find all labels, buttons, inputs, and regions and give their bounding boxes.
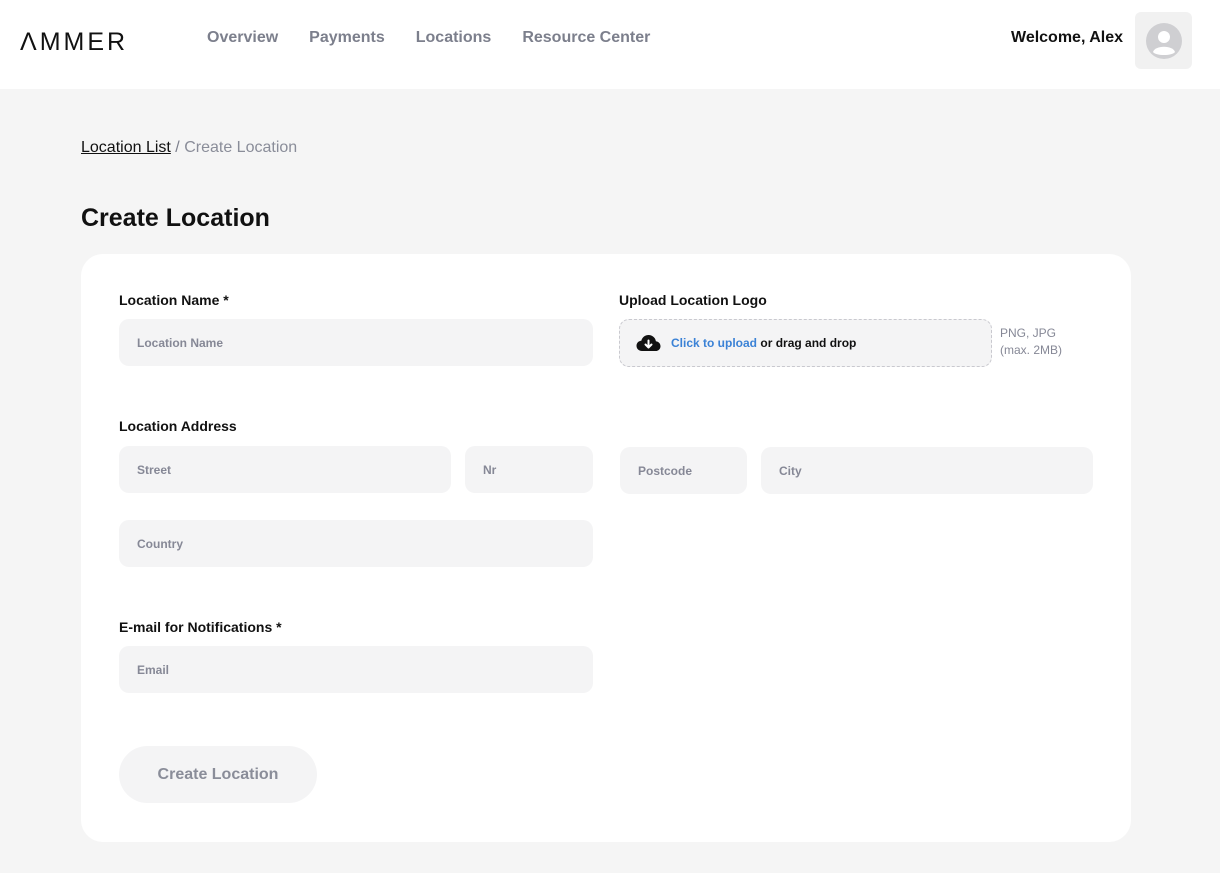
upload-logo-label: Upload Location Logo <box>619 292 767 308</box>
page-title: Create Location <box>81 204 270 232</box>
ammer-logo[interactable]: ΛMMER <box>20 28 128 57</box>
notification-email-input[interactable] <box>119 646 593 693</box>
avatar[interactable] <box>1135 12 1192 69</box>
create-location-form-card: Location Name * Upload Location Logo Cli… <box>81 254 1131 842</box>
welcome-text: Welcome, Alex <box>1011 29 1124 46</box>
nav-overview[interactable]: Overview <box>207 28 278 48</box>
notification-email-label: E-mail for Notifications * <box>119 619 282 635</box>
location-address-label: Location Address <box>119 418 237 434</box>
main-nav: Overview Payments Locations Resource Cen… <box>207 28 650 48</box>
location-name-input[interactable] <box>119 319 593 366</box>
breadcrumb-current: Create Location <box>184 139 298 156</box>
click-to-upload-link[interactable]: Click to upload <box>671 336 757 350</box>
nav-locations[interactable]: Locations <box>416 28 492 48</box>
breadcrumb: Location List / Create Location <box>81 138 297 158</box>
upload-hint-size: (max. 2MB) <box>1000 343 1063 357</box>
country-input[interactable] <box>119 520 593 567</box>
logo-upload-dropzone[interactable]: Click to upload or drag and drop <box>619 319 992 367</box>
breadcrumb-location-list[interactable]: Location List <box>81 139 171 156</box>
drag-and-drop-text: or drag and drop <box>760 336 857 350</box>
top-navigation-bar: ΛMMER Overview Payments Locations Resour… <box>0 0 1220 89</box>
street-input[interactable] <box>119 446 451 493</box>
upload-hint-formats: PNG, JPG <box>1000 326 1057 340</box>
nav-payments[interactable]: Payments <box>309 28 385 48</box>
location-name-label: Location Name * <box>119 292 229 308</box>
breadcrumb-separator: / <box>175 139 180 156</box>
street-number-input[interactable] <box>465 446 593 493</box>
nav-resource-center[interactable]: Resource Center <box>522 28 650 48</box>
create-location-button[interactable]: Create Location <box>119 746 317 803</box>
city-input[interactable] <box>761 447 1093 494</box>
upload-file-hint: PNG, JPG (max. 2MB) <box>1000 325 1080 359</box>
cloud-upload-icon <box>636 335 661 351</box>
postcode-input[interactable] <box>620 447 747 494</box>
user-avatar-icon <box>1145 22 1182 59</box>
